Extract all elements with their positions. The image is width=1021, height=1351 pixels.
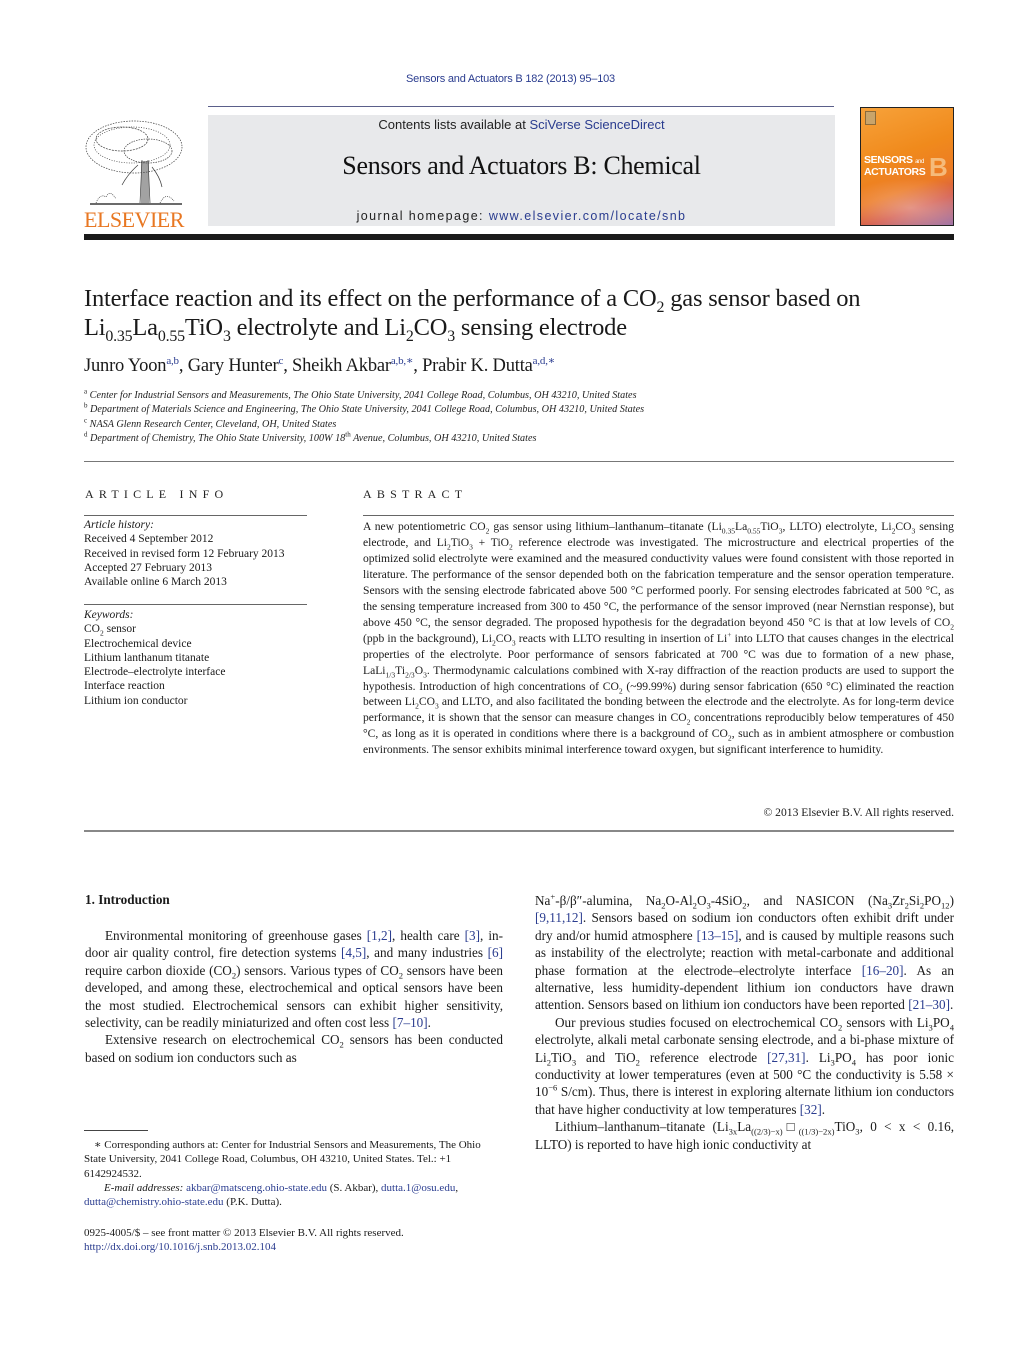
footnote-rule xyxy=(84,1130,148,1131)
email-link[interactable]: dutta.1@osu.edu xyxy=(381,1182,455,1194)
reference-link[interactable]: [27,31] xyxy=(767,1050,805,1065)
section-heading-introduction: 1. Introduction xyxy=(85,892,170,907)
keyword-item: Lithium ion conductor xyxy=(84,694,188,707)
journal-name: Sensors and Actuators B: Chemical xyxy=(342,151,701,180)
paragraph: Environmental monitoring of greenhouse g… xyxy=(85,928,503,1031)
header-thick-rule xyxy=(84,234,954,240)
email-link[interactable]: akbar@matsceng.ohio-state.edu xyxy=(186,1182,327,1194)
keywords-label: Keywords: xyxy=(84,609,134,621)
article-title: Interface reaction and its effect on the… xyxy=(84,285,861,345)
reference-link[interactable]: [21–30] xyxy=(908,997,950,1012)
section-rule xyxy=(84,830,954,832)
tree-icon xyxy=(85,120,183,205)
reference-link[interactable]: [7–10] xyxy=(392,1015,427,1030)
contents-prefix: Contents lists available at xyxy=(378,117,530,132)
doi-link[interactable]: http://dx.doi.org/10.1016/j.snb.2013.02.… xyxy=(84,1241,276,1253)
keyword-item: Electrode–electrolyte interface xyxy=(84,666,226,679)
keyword-item: Lithium lanthanum titanate xyxy=(84,651,210,664)
keywords: Keywords: CO2 sensor Electrochemical dev… xyxy=(84,608,225,708)
reference-link[interactable]: [3] xyxy=(465,928,480,943)
article-history: Article history: Received 4 September 20… xyxy=(84,518,285,589)
article-info-heading: ARTICLE INFO xyxy=(85,487,229,501)
cover-glow xyxy=(861,178,953,225)
journal-cover-image[interactable]: SENSORS and ACTUATORS B xyxy=(860,107,954,226)
homepage-link[interactable]: www.elsevier.com/locate/snb xyxy=(489,209,687,223)
author-list: Junro Yoona,b, Gary Hunterc, Sheikh Akba… xyxy=(84,354,556,376)
issn-copyright: 0925-4005/$ – see front matter © 2013 El… xyxy=(84,1227,404,1239)
history-item: Received 4 September 2012 xyxy=(84,533,214,546)
cover-title-line1: SENSORS and xyxy=(864,154,924,166)
keyword-item: CO2 sensor xyxy=(84,623,136,638)
paragraph: Our previous studies focused on electroc… xyxy=(535,1014,954,1117)
abstract-copyright: © 2013 Elsevier B.V. All rights reserved… xyxy=(763,806,954,819)
contents-line: Contents lists available at SciVerse Sci… xyxy=(208,117,835,132)
homepage-line: journal homepage: www.elsevier.com/locat… xyxy=(208,209,835,223)
email-link[interactable]: dutta@chemistry.ohio-state.edu xyxy=(84,1196,224,1208)
homepage-prefix: journal homepage: xyxy=(356,209,489,223)
email-addresses: E-mail addresses: akbar@matsceng.ohio-st… xyxy=(84,1181,459,1209)
article-info-rule xyxy=(84,515,307,516)
cover-letter: B xyxy=(929,152,948,182)
history-item: Available online 6 March 2013 xyxy=(84,576,227,589)
reference-link[interactable]: [4,5] xyxy=(341,945,366,960)
front-matter: 0925-4005/$ – see front matter © 2013 El… xyxy=(84,1226,504,1255)
history-item: Received in revised form 12 February 201… xyxy=(84,547,285,560)
cover-publisher-icon xyxy=(865,111,876,125)
article-info-rule xyxy=(84,604,307,605)
history-label: Article history: xyxy=(84,519,154,531)
reference-link[interactable]: [16–20] xyxy=(862,963,904,978)
section-rule xyxy=(84,461,954,462)
affiliation-item: a Center for Industrial Sensors and Meas… xyxy=(84,387,637,401)
affiliation-item: c NASA Glenn Research Center, Cleveland,… xyxy=(84,416,337,430)
affiliations: a Center for Industrial Sensors and Meas… xyxy=(84,387,645,447)
author-name[interactable]: Gary Hunter xyxy=(188,356,279,376)
sciencedirect-link[interactable]: SciVerse ScienceDirect xyxy=(529,117,664,132)
history-item: Accepted 27 February 2013 xyxy=(84,561,213,574)
journal-citation-link[interactable]: Sensors and Actuators B 182 (2013) 95–10… xyxy=(0,73,1021,85)
author-name[interactable]: Sheikh Akbar xyxy=(292,356,391,376)
author-affiliation-link[interactable]: a,b xyxy=(166,355,179,367)
corresponding-author-note: ∗ Corresponding authors at: Center for I… xyxy=(84,1139,481,1180)
abstract-text: A new potentiometric CO2 gas sensor usin… xyxy=(363,520,955,757)
reference-link[interactable]: [13–15] xyxy=(697,928,739,943)
body-column-left: Environmental monitoring of greenhouse g… xyxy=(85,927,503,1066)
abstract-heading: ABSTRACT xyxy=(363,487,468,501)
header-rule xyxy=(208,106,834,107)
paragraph: Lithium–lanthanum–titanate (Li3xLa((2/3)… xyxy=(535,1119,955,1152)
paragraph: Na+-β/β″-alumina, Na2O-Al2O3-4SiO2, and … xyxy=(535,891,955,1013)
reference-link[interactable]: [6] xyxy=(488,945,503,960)
affiliation-item: d Department of Chemistry, The Ohio Stat… xyxy=(84,430,537,445)
affiliation-item: b Department of Materials Science and En… xyxy=(84,402,645,416)
reference-link[interactable]: [32] xyxy=(800,1102,822,1117)
elsevier-wordmark: ELSEVIER xyxy=(84,207,184,232)
author-affiliation-link[interactable]: a,d,∗ xyxy=(533,355,556,367)
author-affiliation-link[interactable]: a,b,∗ xyxy=(391,355,414,367)
reference-link[interactable]: [9,11,12] xyxy=(535,910,583,925)
footnotes: ∗ Corresponding authors at: Center for I… xyxy=(84,1138,504,1209)
cover-title-line2: ACTUATORS xyxy=(864,166,926,178)
keyword-item: Electrochemical device xyxy=(84,637,192,650)
keyword-item: Interface reaction xyxy=(84,680,165,693)
paragraph: Extensive research on electrochemical CO… xyxy=(85,1032,503,1065)
author-name[interactable]: Junro Yoon xyxy=(84,356,167,376)
body-column-right: Na+-β/β″-alumina, Na2O-Al2O3-4SiO2, and … xyxy=(535,892,954,1153)
reference-link[interactable]: [1,2] xyxy=(367,928,392,943)
author-name[interactable]: Prabir K. Dutta xyxy=(422,356,533,376)
abstract-rule xyxy=(363,515,954,516)
